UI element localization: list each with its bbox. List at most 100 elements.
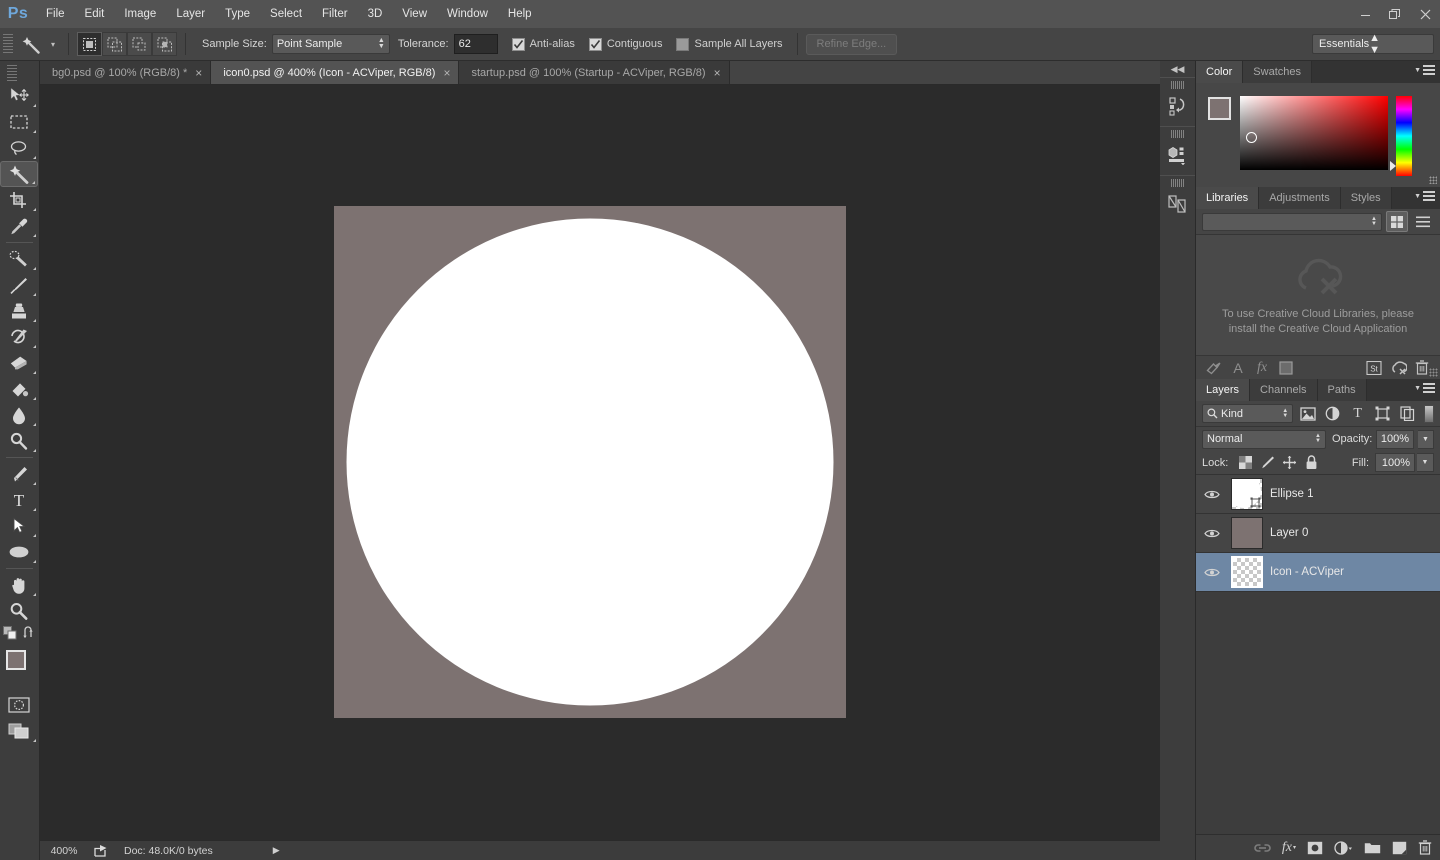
share-icon[interactable] [94, 844, 108, 857]
layer-filter-kind-select[interactable]: Kind ▲ ▼ [1202, 404, 1294, 423]
artboard[interactable] [334, 206, 846, 718]
toolbar-gripper[interactable] [7, 65, 17, 81]
libraries-select[interactable]: ▲ ▼ [1202, 212, 1382, 231]
hand-tool[interactable] [0, 572, 38, 598]
screen-mode-icon[interactable] [0, 718, 38, 744]
hue-slider[interactable] [1396, 96, 1412, 176]
foreground-color-swatch[interactable] [6, 650, 26, 670]
add-color-icon[interactable] [1274, 357, 1298, 379]
menu-file[interactable]: File [36, 0, 75, 28]
rectangular-marquee-tool[interactable] [0, 109, 38, 135]
menu-3d[interactable]: 3D [358, 0, 393, 28]
opacity-input[interactable]: 100% [1376, 429, 1415, 449]
close-icon[interactable] [1410, 0, 1440, 28]
foreground-color-swatch[interactable] [1208, 97, 1231, 120]
sample-all-layers-checkbox[interactable]: Sample All Layers [676, 37, 783, 51]
tab-swatches[interactable]: Swatches [1243, 61, 1312, 83]
tab-paths[interactable]: Paths [1317, 379, 1367, 401]
eyedropper-tool[interactable] [0, 213, 38, 239]
blur-tool[interactable] [0, 402, 38, 428]
collapse-double-arrow-icon[interactable]: ◀◀ [1160, 61, 1195, 77]
color-picker-field[interactable] [1240, 96, 1388, 170]
menu-select[interactable]: Select [260, 0, 312, 28]
layer-thumbnail[interactable] [1228, 478, 1266, 510]
tab-layers[interactable]: Layers [1196, 379, 1251, 401]
layer-thumbnail[interactable] [1228, 556, 1266, 588]
fill-input[interactable]: 100% [1375, 453, 1415, 472]
menu-image[interactable]: Image [114, 0, 166, 28]
document-tab-startup[interactable]: startup.psd @ 100% (Startup - ACViper, R… [459, 61, 730, 84]
document-tab-bg0[interactable]: bg0.psd @ 100% (RGB/8) * × [40, 61, 212, 84]
filter-shape-icon[interactable] [1373, 404, 1393, 424]
new-selection-button[interactable] [77, 32, 102, 56]
opacity-dropdown-icon[interactable]: ▼ [1418, 429, 1434, 449]
filter-type-icon[interactable]: T [1348, 404, 1368, 424]
gradient-tool[interactable] [0, 376, 38, 402]
menu-filter[interactable]: Filter [312, 0, 358, 28]
default-colors-icon[interactable] [2, 625, 17, 643]
menu-view[interactable]: View [392, 0, 437, 28]
tolerance-input[interactable]: 62 [453, 34, 498, 54]
move-tool[interactable] [0, 83, 38, 109]
menu-edit[interactable]: Edit [75, 0, 115, 28]
panel-resize-grip[interactable] [1429, 368, 1438, 377]
subtract-from-selection-button[interactable] [127, 32, 152, 56]
add-stock-icon[interactable]: St [1362, 357, 1386, 379]
add-layer-mask-icon[interactable] [1307, 841, 1323, 855]
layer-visibility-toggle[interactable] [1196, 489, 1228, 500]
table-row[interactable]: Layer 0 [1196, 514, 1440, 553]
history-brush-tool[interactable] [0, 324, 38, 350]
lock-position-icon[interactable] [1279, 453, 1299, 473]
filter-adjustment-icon[interactable] [1323, 404, 1343, 424]
table-row[interactable]: Icon - ACViper [1196, 553, 1440, 592]
add-graphic-icon[interactable] [1202, 357, 1226, 379]
delete-layer-icon[interactable] [1418, 840, 1432, 855]
zoom-level-field[interactable]: 400% [40, 845, 88, 857]
tab-color[interactable]: Color [1196, 61, 1244, 83]
panel-menu-icon[interactable]: ▼ [1414, 383, 1435, 393]
clone-stamp-tool[interactable] [0, 298, 38, 324]
sample-size-select[interactable]: Point Sample ▲ ▼ [271, 34, 390, 54]
add-layer-style-icon[interactable]: fx ▾ [1282, 840, 1296, 856]
magic-wand-icon[interactable] [16, 31, 46, 57]
menu-layer[interactable]: Layer [166, 0, 215, 28]
menu-type[interactable]: Type [215, 0, 260, 28]
fill-dropdown-icon[interactable]: ▼ [1417, 453, 1434, 472]
options-bar-gripper[interactable] [3, 34, 13, 54]
lock-all-icon[interactable] [1301, 453, 1321, 473]
menu-help[interactable]: Help [498, 0, 542, 28]
minimize-icon[interactable] [1350, 0, 1380, 28]
dodge-tool[interactable] [0, 428, 38, 454]
lasso-tool[interactable] [0, 135, 38, 161]
history-icon[interactable] [1160, 90, 1195, 122]
filter-pixel-icon[interactable] [1298, 404, 1318, 424]
layer-visibility-toggle[interactable] [1196, 567, 1228, 578]
panel-gripper[interactable] [1170, 130, 1185, 138]
grid-view-icon[interactable] [1386, 211, 1408, 232]
tab-adjustments[interactable]: Adjustments [1259, 187, 1341, 209]
add-text-style-icon[interactable]: A [1226, 357, 1250, 379]
panel-menu-icon[interactable]: ▼ [1414, 191, 1435, 201]
triangle-right-icon[interactable]: ▶ [273, 845, 280, 856]
crop-tool[interactable] [0, 187, 38, 213]
blend-mode-select[interactable]: Normal ▲ ▼ [1202, 429, 1326, 449]
canvas-area[interactable] [40, 85, 1160, 840]
document-tab-icon0[interactable]: icon0.psd @ 400% (Icon - ACViper, RGB/8)… [211, 61, 460, 84]
brush-tool[interactable] [0, 272, 38, 298]
lock-image-pixels-icon[interactable] [1257, 453, 1277, 473]
filter-smart-object-icon[interactable] [1397, 404, 1417, 424]
intersect-with-selection-button[interactable] [152, 32, 177, 56]
lock-transparent-pixels-icon[interactable] [1235, 453, 1255, 473]
pen-tool[interactable] [0, 461, 38, 487]
path-selection-tool[interactable] [0, 513, 38, 539]
ellipse-tool[interactable] [0, 539, 38, 565]
close-icon[interactable]: × [714, 67, 721, 79]
brush-presets-icon[interactable] [1160, 188, 1195, 220]
new-adjustment-layer-icon[interactable] [1334, 840, 1353, 855]
list-view-icon[interactable] [1412, 211, 1434, 232]
close-icon[interactable]: × [443, 67, 450, 79]
table-row[interactable]: Ellipse 1 [1196, 475, 1440, 514]
layer-thumbnail[interactable] [1228, 517, 1266, 549]
refine-edge-button[interactable]: Refine Edge... [805, 33, 898, 55]
spot-healing-brush-tool[interactable] [0, 246, 38, 272]
